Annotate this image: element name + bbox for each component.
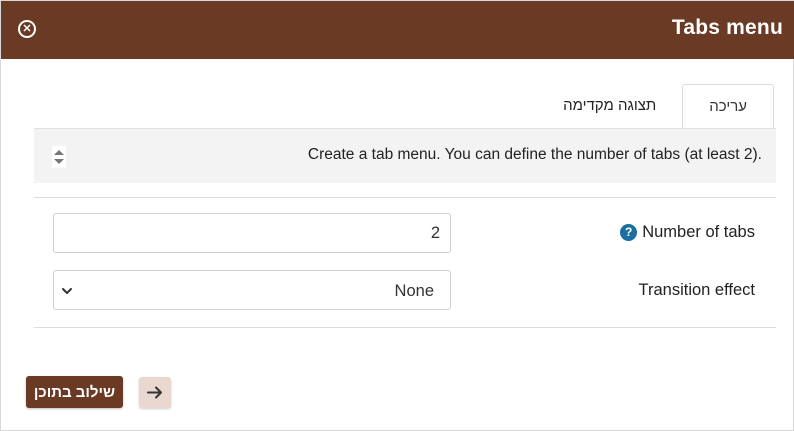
insert-content-button[interactable]: שילוב בתוכן (26, 376, 123, 408)
transition-effect-label: Transition effect (638, 281, 755, 299)
arrow-button[interactable] (139, 377, 171, 408)
info-description: Create a tab menu. You can define the nu… (307, 146, 762, 163)
dialog-header: ✕ Tabs menu (1, 1, 794, 59)
transition-effect-select[interactable]: None (53, 270, 451, 310)
divider-bottom (34, 327, 776, 328)
info-bar: Create a tab menu. You can define the nu… (34, 128, 776, 183)
tab-bar: עריכה תצוגה מקדימה (541, 84, 774, 128)
tabs-menu-dialog: ✕ Tabs menu עריכה תצוגה מקדימה Create a … (0, 0, 794, 431)
arrow-right-icon (147, 386, 162, 399)
close-icon[interactable]: ✕ (18, 20, 36, 38)
divider-top (34, 197, 776, 198)
tab-edit[interactable]: עריכה (682, 84, 774, 128)
number-of-tabs-input[interactable] (53, 213, 451, 253)
tab-preview[interactable]: תצוגה מקדימה (541, 84, 682, 128)
chevron-down-icon (62, 288, 72, 294)
help-circle-icon[interactable]: ? (620, 224, 638, 241)
number-of-tabs-label-text: Number of tabs (642, 223, 755, 241)
transition-effect-value: None (394, 282, 434, 300)
sort-updown-icon[interactable] (52, 146, 66, 168)
dialog-title: Tabs menu (671, 16, 783, 39)
number-of-tabs-label: ? Number of tabs (620, 223, 755, 242)
